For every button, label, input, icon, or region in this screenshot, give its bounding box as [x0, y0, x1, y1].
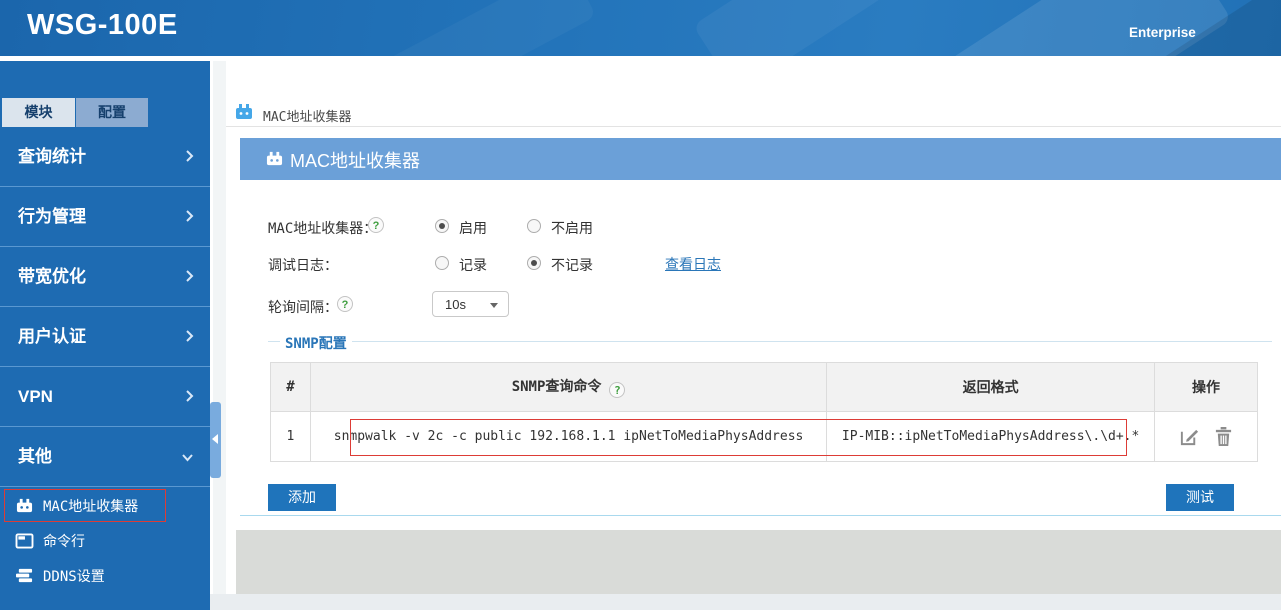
row-operations-cell: [1154, 411, 1258, 462]
radio-enable-label[interactable]: 启用: [459, 218, 487, 238]
chevron-down-icon: [490, 303, 498, 308]
sidebar-item-ddns-settings[interactable]: DDNS设置: [0, 558, 210, 593]
collapse-arrow-icon: [212, 434, 218, 444]
radio-disable[interactable]: [527, 219, 541, 233]
table-header-row: # SNMP查询命令 返回格式 操作: [270, 362, 1258, 412]
top-header: WSG-100E Enterprise: [0, 0, 1281, 56]
row-index-cell: 1: [270, 411, 311, 462]
sidebar-item-other[interactable]: 其他: [0, 427, 210, 487]
row-command-cell: snmpwalk -v 2c -c public 192.168.1.1 ipN…: [309, 411, 828, 462]
breadcrumb-divider: [226, 126, 1281, 127]
column-header-command-label: SNMP查询命令: [511, 379, 602, 395]
radio-disable-label[interactable]: 不启用: [551, 218, 593, 238]
collector-icon: [234, 102, 254, 120]
snmp-fieldset-border: [268, 341, 1272, 342]
sidebar-item-label: 带宽优化: [18, 267, 86, 286]
help-icon[interactable]: [368, 217, 384, 233]
add-button[interactable]: 添加: [268, 484, 336, 511]
column-header-operations: 操作: [1154, 362, 1258, 412]
edition-label: Enterprise: [1129, 25, 1196, 40]
radio-log-norecord[interactable]: [527, 256, 541, 270]
test-button[interactable]: 测试: [1166, 484, 1234, 511]
debug-log-label: 调试日志：: [268, 258, 338, 274]
sidebar-gap-strip: [213, 61, 226, 594]
poll-interval-select[interactable]: 10s: [432, 291, 509, 317]
sidebar-item-user-auth[interactable]: 用户认证: [0, 307, 210, 367]
edit-icon[interactable]: [1179, 426, 1200, 447]
tab-modules[interactable]: 模块: [2, 98, 75, 127]
column-header-index: #: [270, 362, 311, 412]
sidebar-item-bandwidth-opt[interactable]: 带宽优化: [0, 247, 210, 307]
table-row: 1 snmpwalk -v 2c -c public 192.168.1.1 i…: [270, 411, 1258, 462]
chevron-right-icon: [185, 269, 194, 283]
sidebar-item-label: 查询统计: [18, 147, 86, 166]
sidebar-item-label: 行为管理: [18, 207, 86, 226]
sidebar-item-mac-collector[interactable]: MAC地址收集器: [0, 488, 210, 523]
poll-interval-value: 10s: [445, 297, 466, 312]
radio-log-norecord-label[interactable]: 不记录: [551, 255, 593, 275]
panel-bottom-border: [240, 515, 1281, 516]
sidebar-item-query-stats[interactable]: 查询统计: [0, 127, 210, 187]
column-header-format: 返回格式: [826, 362, 1156, 412]
sidebar-item-behavior-mgmt[interactable]: 行为管理: [0, 187, 210, 247]
sidebar-item-label: VPN: [18, 387, 53, 406]
sidebar-subitem-label: 命令行: [43, 533, 85, 550]
sidebar-collapse-handle[interactable]: [210, 402, 221, 478]
sidebar-item-label: 用户认证: [18, 327, 86, 346]
chevron-right-icon: [185, 389, 194, 403]
wsg-100e-admin-page: WSG-100E Enterprise 模块 配置 查询统计 行为管理 带宽优化…: [0, 0, 1281, 610]
server-icon: [15, 567, 34, 584]
collector-label: MAC地址收集器：: [268, 221, 378, 237]
sidebar-subitem-label: DDNS设置: [43, 568, 105, 585]
row-format-cell: IP-MIB::ipNetToMediaPhysAddress\.\d+.*: [826, 411, 1156, 462]
breadcrumb: MAC地址收集器: [263, 110, 352, 125]
sidebar-subitem-label: MAC地址收集器: [43, 498, 139, 515]
panel-header: MAC地址收集器: [240, 138, 1281, 180]
sidebar-item-vpn[interactable]: VPN: [0, 367, 210, 427]
chevron-right-icon: [185, 209, 194, 223]
delete-icon[interactable]: [1214, 426, 1233, 447]
collector-icon: [265, 150, 284, 167]
snmp-fieldset-legend: SNMP配置: [280, 333, 352, 353]
chevron-down-icon: [181, 453, 194, 462]
view-log-link[interactable]: 查看日志: [665, 254, 721, 274]
chevron-right-icon: [185, 149, 194, 163]
sidebar-item-command-line[interactable]: 命令行: [0, 523, 210, 558]
help-icon[interactable]: [609, 382, 626, 398]
header-background-decoration: [303, 0, 597, 56]
radio-log-record[interactable]: [435, 256, 449, 270]
collector-icon: [15, 497, 34, 514]
terminal-icon: [15, 532, 34, 549]
radio-enable[interactable]: [435, 219, 449, 233]
radio-log-record-label[interactable]: 记录: [459, 255, 487, 275]
page-title: MAC地址收集器: [290, 151, 420, 171]
tab-config[interactable]: 配置: [76, 98, 148, 127]
chevron-right-icon: [185, 329, 194, 343]
sidebar-item-label: 其他: [18, 447, 52, 466]
poll-interval-label: 轮询间隔：: [268, 300, 338, 316]
footer-gray-band: [236, 530, 1281, 594]
brand-logo: WSG-100E: [27, 9, 178, 41]
help-icon[interactable]: [337, 296, 353, 312]
column-header-command: SNMP查询命令: [309, 362, 828, 412]
snmp-table: # SNMP查询命令 返回格式 操作 1 snmpwalk -v 2c -c p…: [270, 362, 1258, 462]
header-background-decoration: [692, 0, 888, 56]
footer-strip: [210, 594, 1281, 610]
